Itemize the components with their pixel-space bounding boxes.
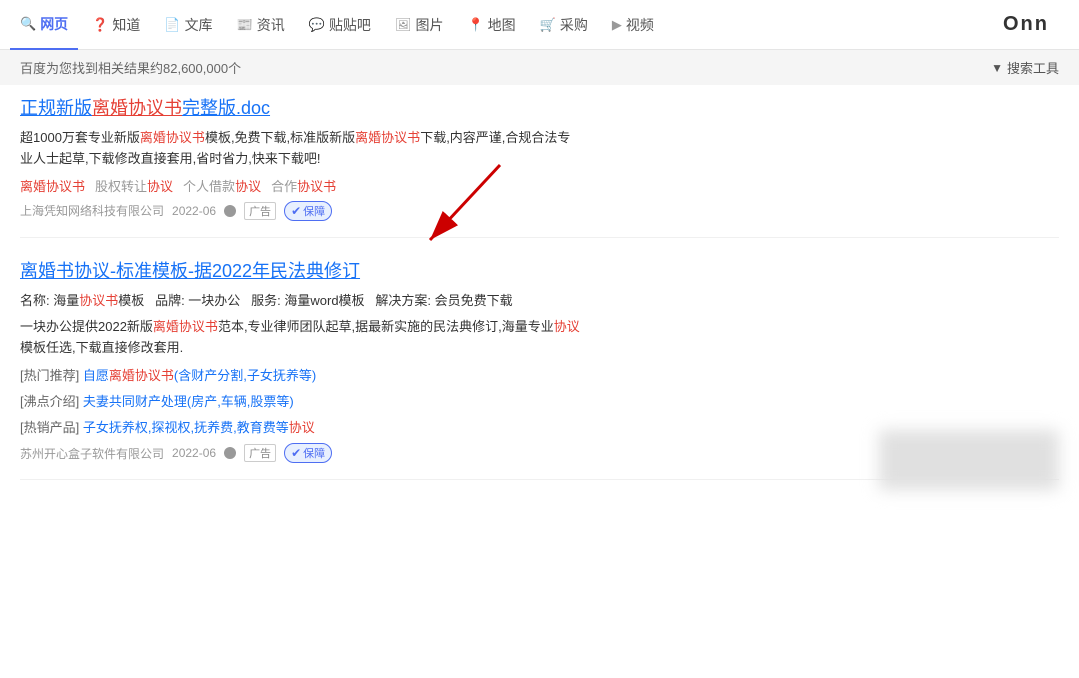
result1-title-hl1: 离婚协议书: [92, 98, 182, 118]
wenku-icon: 📄: [164, 17, 180, 33]
nav-right: Onn: [983, 0, 1069, 50]
nav-item-ditu[interactable]: 📍 地图: [457, 0, 525, 50]
tupian-icon: 🖼: [395, 17, 412, 33]
nav-label-caigou: 采购: [560, 15, 588, 35]
result1-source: 上海凭知网络科技有限公司: [20, 202, 164, 219]
results-count: 百度为您找到相关结果约82,600,000个: [20, 58, 241, 77]
tieba-icon: 💬: [309, 17, 325, 33]
filter-icon: ▼: [991, 61, 1003, 75]
caigou-icon: 🛒: [540, 17, 556, 33]
result2-sublink3-link[interactable]: 子女抚养权,探视权,抚养费,教育费等协议: [83, 420, 315, 435]
result2-bao-label: 保障: [303, 445, 325, 461]
nav-label-webpage: 网页: [40, 14, 68, 34]
nav-item-tupian[interactable]: 🖼 图片: [385, 0, 454, 50]
result1-hl1: 离婚协议书: [140, 130, 205, 145]
nav-label-shipin: 视频: [626, 15, 654, 35]
result1-verified-icon: ✔: [291, 204, 301, 218]
result1-bao-label: 保障: [303, 203, 325, 219]
result2-desc-line1: 名称: 海量协议书模板 品牌: 一块办公 服务: 海量word模板 解决方案: …: [20, 291, 1059, 312]
zixun-icon: 📰: [237, 17, 253, 33]
result-item-1: 正规新版离婚协议书完整版.doc 超1000万套专业新版离婚协议书模板,免费下载…: [20, 95, 1059, 238]
result2-sublink2-label: [沸点介绍]: [20, 394, 79, 409]
result2-title-text: 离婚书协议-标准模板-据2022年民法典修订: [20, 261, 360, 281]
result1-title-text2: 完整版.doc: [182, 98, 270, 118]
nav-label-wenku: 文库: [185, 15, 213, 35]
search-icon: 🔍: [20, 16, 36, 32]
result1-tag1[interactable]: 离婚协议书: [20, 176, 85, 195]
search-tools-button[interactable]: ▼ 搜索工具: [991, 58, 1059, 77]
result2-sublink1-label: [热门推荐]: [20, 368, 79, 383]
result2-title[interactable]: 离婚书协议-标准模板-据2022年民法典修订: [20, 258, 1059, 285]
nav-label-tieba: 贴贴吧: [329, 15, 371, 35]
nav-label-zhidao: 知道: [112, 15, 140, 35]
result2-date: 2022-06: [172, 446, 216, 460]
result2-sublink3-label: [热销产品]: [20, 420, 79, 435]
result2-ad-badge: 广告: [244, 444, 276, 462]
result1-desc: 超1000万套专业新版离婚协议书模板,免费下载,标准版新版离婚协议书下载,内容严…: [20, 128, 1059, 170]
result1-bao-badge: ✔ 保障: [284, 201, 332, 221]
search-tools-label: 搜索工具: [1007, 58, 1059, 77]
result2-verified-icon: ✔: [291, 446, 301, 460]
result2-sublink2-link[interactable]: 夫妻共同财产处理(房产,车辆,股票等): [83, 394, 294, 409]
main-content: 正规新版离婚协议书完整版.doc 超1000万套专业新版离婚协议书模板,免费下载…: [0, 85, 1079, 510]
ditu-icon: 📍: [467, 17, 483, 33]
shipin-icon: ▶: [612, 17, 622, 33]
onn-logo: Onn: [983, 13, 1069, 36]
result2-dot-icon: [224, 447, 236, 459]
result1-date: 2022-06: [172, 204, 216, 218]
nav-item-zhidao[interactable]: ❓ 知道: [82, 0, 150, 50]
top-nav: 🔍 网页 ❓ 知道 📄 文库 📰 资讯 💬 贴贴吧 🖼 图片 📍 地图 🛒 采购…: [0, 0, 1079, 50]
result1-source-row: 上海凭知网络科技有限公司 2022-06 广告 ✔ 保障: [20, 201, 1059, 221]
nav-label-zixun: 资讯: [257, 15, 285, 35]
result1-title[interactable]: 正规新版离婚协议书完整版.doc: [20, 95, 1059, 122]
result2-sublink2: [沸点介绍] 夫妻共同财产处理(房产,车辆,股票等): [20, 391, 1059, 413]
result2-desc-line2: 一块办公提供2022新版离婚协议书范本,专业律师团队起草,据最新实施的民法典修订…: [20, 317, 1059, 359]
result1-tags: 离婚协议书 股权转让协议 个人借款协议 合作协议书: [20, 176, 1059, 195]
result1-tag3[interactable]: 个人借款协议: [183, 176, 261, 195]
result2-bao-badge: ✔ 保障: [284, 443, 332, 463]
nav-item-zixun[interactable]: 📰 资讯: [227, 0, 295, 50]
result2-sublink1: [热门推荐] 自愿离婚协议书(含财产分割,子女抚养等): [20, 365, 1059, 387]
nav-item-tieba[interactable]: 💬 贴贴吧: [299, 0, 381, 50]
result2-source: 苏州开心盒子软件有限公司: [20, 445, 164, 462]
result1-dot-icon: [224, 205, 236, 217]
nav-label-tupian: 图片: [415, 15, 443, 35]
result1-ad-badge: 广告: [244, 202, 276, 220]
result1-tag4[interactable]: 合作协议书: [271, 176, 336, 195]
nav-item-shipin[interactable]: ▶ 视频: [602, 0, 664, 50]
result1-hl2: 离婚协议书: [355, 130, 420, 145]
result2-sublink1-link[interactable]: 自愿离婚协议书(含财产分割,子女抚养等): [83, 368, 316, 383]
zhidao-icon: ❓: [92, 17, 108, 33]
blurred-content-box: [879, 430, 1059, 490]
result1-tag2[interactable]: 股权转让协议: [95, 176, 173, 195]
nav-label-ditu: 地图: [488, 15, 516, 35]
nav-item-webpage[interactable]: 🔍 网页: [10, 0, 78, 50]
result1-title-text1: 正规新版: [20, 98, 92, 118]
nav-item-wenku[interactable]: 📄 文库: [154, 0, 222, 50]
results-bar: 百度为您找到相关结果约82,600,000个 ▼ 搜索工具: [0, 50, 1079, 85]
nav-item-caigou[interactable]: 🛒 采购: [530, 0, 598, 50]
